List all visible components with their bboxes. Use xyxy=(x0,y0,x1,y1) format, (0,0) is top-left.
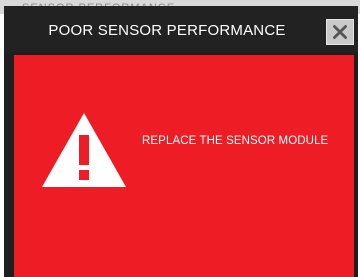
alert-body: REPLACE THE SENSOR MODULE xyxy=(14,55,354,277)
screen: SENSOR PERFORMANCE POOR SENSOR PERFORMAN… xyxy=(0,0,360,277)
warning-triangle-icon xyxy=(40,111,128,189)
close-icon xyxy=(333,25,347,39)
dialog-title: POOR SENSOR PERFORMANCE xyxy=(48,22,286,39)
dialog-titlebar: POOR SENSOR PERFORMANCE xyxy=(4,6,358,52)
alert-dialog: POOR SENSOR PERFORMANCE REPLACE THE SENS… xyxy=(4,6,358,277)
close-button[interactable] xyxy=(326,19,354,45)
alert-message: REPLACE THE SENSOR MODULE xyxy=(142,135,329,147)
